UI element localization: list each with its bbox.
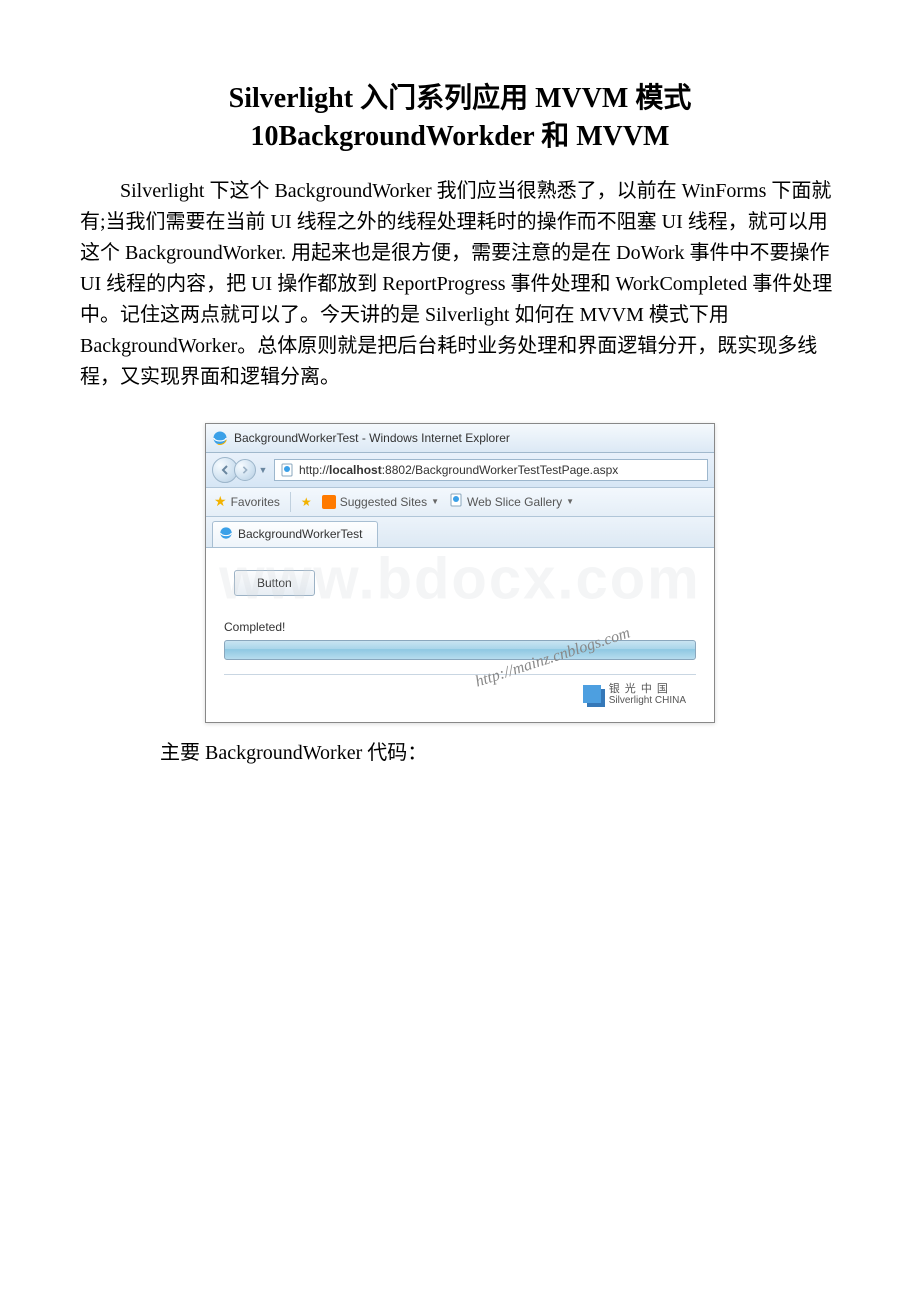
chevron-down-icon: ▼ <box>566 497 574 506</box>
url-prefix: http:// <box>299 463 329 477</box>
active-tab[interactable]: BackgroundWorkerTest <box>212 521 378 547</box>
page-icon <box>449 493 463 510</box>
add-favorite-button[interactable]: ★ <box>301 495 312 509</box>
separator <box>290 492 291 512</box>
web-slice-label: Web Slice Gallery <box>467 495 562 509</box>
browser-screenshot: BackgroundWorkerTest - Windows Internet … <box>205 423 715 723</box>
chevron-down-icon: ▼ <box>431 497 439 506</box>
suggested-sites-link[interactable]: Suggested Sites ▼ <box>322 495 439 509</box>
favorites-button[interactable]: ★ Favorites <box>214 493 280 510</box>
title-line-2: 10BackgroundWorkder 和 MVVM <box>251 121 670 152</box>
feed-icon <box>322 495 336 509</box>
url-rest: :8802/BackgroundWorkerTestTestPage.aspx <box>382 463 619 477</box>
address-bar: ▼ http://localhost:8802/BackgroundWorker… <box>206 453 714 488</box>
favorites-bar: ★ Favorites ★ Suggested Sites ▼ Web Slic… <box>206 488 714 517</box>
forward-button[interactable] <box>234 459 256 481</box>
intro-paragraph: Silverlight 下这个 BackgroundWorker 我们应当很熟悉… <box>80 176 840 393</box>
silverlight-footer-text: 银 光 中 国 Silverlight CHINA <box>609 683 686 706</box>
window-titlebar: BackgroundWorkerTest - Windows Internet … <box>206 424 714 453</box>
page-title: Silverlight 入门系列应用 MVVM 模式 10BackgroundW… <box>80 80 840 156</box>
arrow-left-icon <box>220 465 230 475</box>
web-slice-link[interactable]: Web Slice Gallery ▼ <box>449 493 574 510</box>
star-icon: ★ <box>301 495 312 509</box>
url-field[interactable]: http://localhost:8802/BackgroundWorkerTe… <box>274 459 708 481</box>
silverlight-logo-icon <box>583 685 601 703</box>
window-title-text: BackgroundWorkerTest - Windows Internet … <box>234 431 510 445</box>
status-text: Completed! <box>224 620 696 634</box>
tab-label: BackgroundWorkerTest <box>238 527 363 541</box>
page-icon <box>280 463 294 477</box>
suggested-sites-label: Suggested Sites <box>340 495 427 509</box>
nav-dropdown[interactable]: ▼ <box>256 459 270 481</box>
url-host: localhost <box>329 463 382 477</box>
page-content: Button Completed! http://mainz.cnblogs.c… <box>206 548 714 722</box>
sl-line2: Silverlight CHINA <box>609 695 686 706</box>
arrow-right-icon <box>241 466 249 474</box>
progress-bar <box>224 640 696 660</box>
demo-button[interactable]: Button <box>234 570 315 596</box>
tab-bar: BackgroundWorkerTest <box>206 517 714 548</box>
ie-icon <box>212 430 228 446</box>
code-caption: 主要 BackgroundWorker 代码： <box>80 738 840 769</box>
star-icon: ★ <box>214 493 227 510</box>
ie-icon <box>219 526 233 543</box>
url-text: http://localhost:8802/BackgroundWorkerTe… <box>299 463 618 477</box>
silverlight-footer: 银 光 中 国 Silverlight CHINA <box>224 674 696 714</box>
sl-line1: 银 光 中 国 <box>609 683 669 695</box>
title-line-1: Silverlight 入门系列应用 MVVM 模式 <box>229 83 692 114</box>
demo-button-label: Button <box>257 576 292 590</box>
nav-buttons: ▼ <box>212 457 270 483</box>
favorites-label: Favorites <box>231 495 280 509</box>
